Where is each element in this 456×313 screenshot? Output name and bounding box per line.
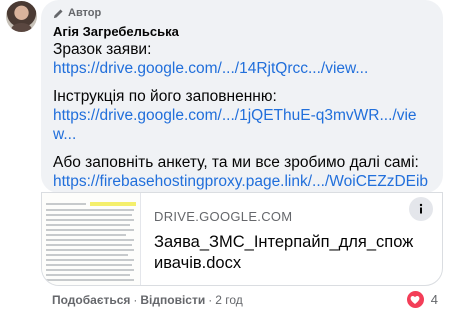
paragraph-2-text: Інструкція по його заповненню: <box>53 88 277 105</box>
sample-link[interactable]: https://drive.google.com/.../14RjtQrcc..… <box>53 60 368 77</box>
comment-actions: Подобається · Відповісти · 2 год <box>52 293 243 307</box>
pencil-icon <box>53 8 63 18</box>
info-icon <box>419 203 423 214</box>
paragraph-3-text: Або заповніть анкету, та ми все зробимо … <box>53 154 419 171</box>
info-button[interactable] <box>409 197 433 221</box>
preview-domain: DRIVE.GOOGLE.COM <box>154 209 293 224</box>
heart-reaction-icon <box>404 289 426 310</box>
link-preview-card[interactable]: DRIVE.GOOGLE.COM Заява_ЗМС_Інтерпайп_для… <box>41 192 443 286</box>
separator: · <box>208 293 213 307</box>
instruction-link[interactable]: https://drive.google.com/.../1jQEThuE-q3… <box>53 107 417 143</box>
reply-button[interactable]: Відповісти <box>140 293 205 307</box>
author-avatar[interactable] <box>6 1 37 32</box>
like-button[interactable]: Подобається <box>52 293 130 307</box>
document-thumbnail <box>42 193 141 285</box>
timestamp[interactable]: 2 год <box>215 293 243 307</box>
author-badge: Автор <box>53 7 101 19</box>
preview-title[interactable]: Заява_ЗМС_Інтерпайп_для_споживачів.docx <box>154 232 416 274</box>
avatar-figure <box>11 23 32 32</box>
author-badge-label: Автор <box>68 7 102 19</box>
reaction-count: 4 <box>430 292 438 307</box>
comment-body: Зразок заяви: https://drive.google.com/.… <box>53 40 438 210</box>
separator: · <box>133 293 138 307</box>
comment-bubble: Автор Агія Загребельська Зразок заяви: h… <box>41 0 443 209</box>
paragraph-1-text: Зразок заяви: <box>53 41 152 58</box>
author-name[interactable]: Агія Загребельська <box>53 24 179 39</box>
reactions-summary[interactable]: 4 <box>404 289 438 310</box>
